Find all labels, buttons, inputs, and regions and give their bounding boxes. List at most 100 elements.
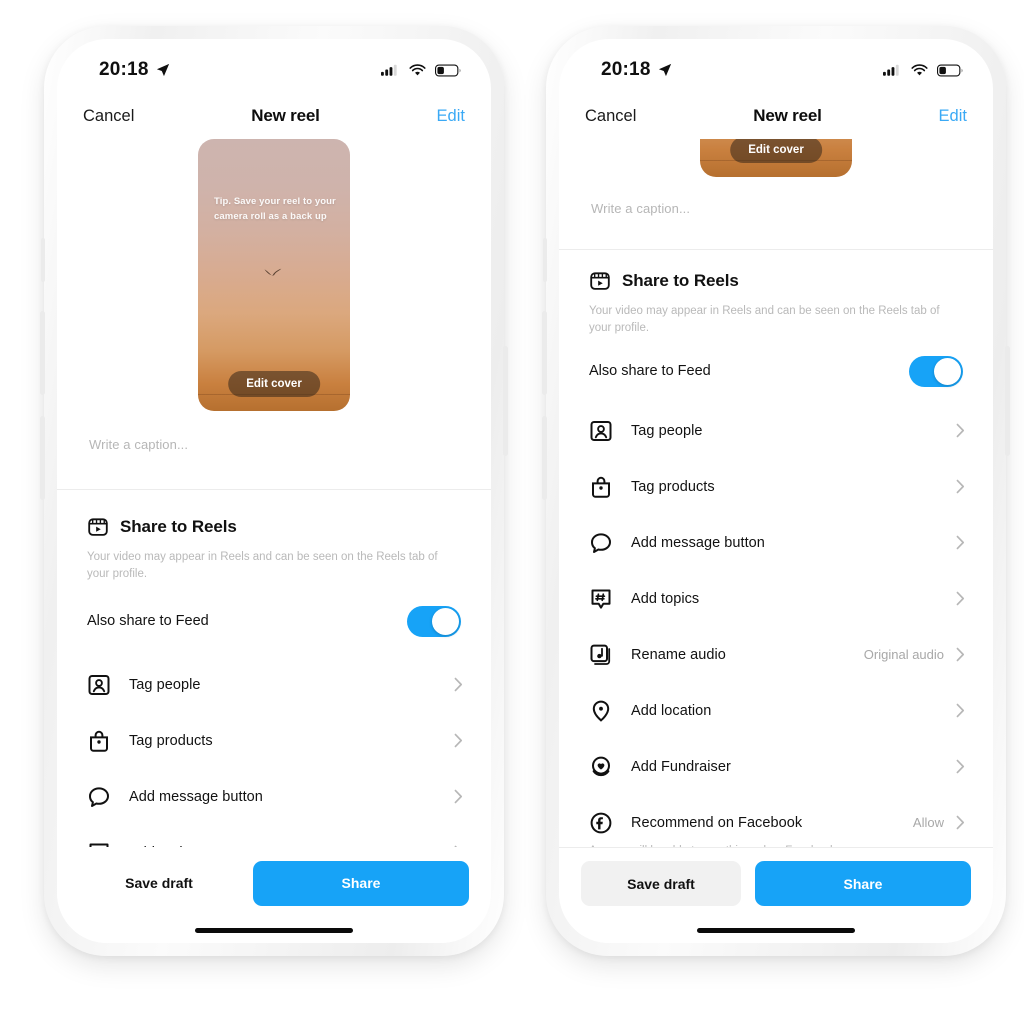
screenshot-stage: 20:18 Cancel New reel Edit Tip. Save you… (0, 0, 1024, 1024)
chevron-right-icon (956, 647, 965, 662)
list-item-tag-products[interactable]: Tag products (559, 459, 993, 515)
chevron-right-icon (454, 789, 463, 804)
toggle-knob (934, 357, 961, 385)
list-item-message-bubble[interactable]: Add message button (57, 769, 491, 825)
page-title: New reel (251, 106, 320, 125)
chevron-right-icon (956, 591, 965, 606)
list-item-audio-note[interactable]: Rename audio Original audio (559, 627, 993, 683)
content-scroll-area-left[interactable]: Tip. Save your reel to your camera roll … (57, 139, 491, 874)
list-item-value: Allow (912, 815, 944, 830)
caption-input[interactable]: Write a caption... (89, 437, 459, 452)
also-share-to-feed-row[interactable]: Also share to Feed (559, 338, 993, 403)
silent-switch-button[interactable] (543, 238, 547, 282)
audio-note-icon (589, 643, 613, 667)
caption-zone[interactable]: Write a caption... (57, 411, 491, 489)
status-bar-time-group: 20:18 (99, 59, 170, 81)
status-bar-indicators (381, 63, 461, 77)
location-arrow-icon (156, 63, 169, 77)
list-item-value: Original audio (863, 647, 944, 662)
location-pin-icon (589, 699, 613, 723)
location-arrow-icon (658, 63, 671, 77)
battery-low-icon (937, 63, 963, 77)
save-draft-button[interactable]: Save draft (581, 861, 741, 906)
also-share-to-feed-toggle[interactable] (909, 355, 963, 387)
list-item-label: Tag people (129, 676, 201, 693)
share-to-reels-subtitle: Your video may appear in Reels and can b… (87, 551, 438, 581)
cancel-button[interactable]: Cancel (585, 107, 636, 126)
phone-mockup-left: 20:18 Cancel New reel Edit Tip. Save you… (40, 26, 508, 956)
wifi-icon (409, 63, 426, 75)
home-indicator[interactable] (195, 928, 353, 933)
navigation-bar: Cancel New reel Edit (559, 93, 993, 139)
tag-people-icon (589, 419, 613, 443)
edit-button[interactable]: Edit (939, 107, 967, 126)
cellular-signal-icon (381, 64, 397, 76)
edit-cover-button[interactable]: Edit cover (730, 139, 822, 163)
phone-screen-left: 20:18 Cancel New reel Edit Tip. Save you… (57, 39, 491, 943)
list-item-label: Add message button (631, 534, 765, 551)
list-item-label: Rename audio (631, 646, 726, 663)
list-item-label: Tag products (129, 732, 213, 749)
edit-cover-button[interactable]: Edit cover (228, 371, 320, 397)
list-item-label: Tag products (631, 478, 715, 495)
list-item-fundraiser-heart[interactable]: Add Fundraiser (559, 739, 993, 795)
status-bar: 20:18 (559, 39, 993, 93)
chevron-right-icon (956, 479, 965, 494)
save-draft-button[interactable]: Save draft (79, 861, 239, 906)
phone-screen-right: 20:18 Cancel New reel Edit Edit cover Wr… (559, 39, 993, 943)
volume-down-button[interactable] (542, 416, 547, 500)
caption-zone[interactable]: Write a caption... (559, 177, 993, 249)
list-item-tag-people[interactable]: Tag people (57, 657, 491, 713)
home-indicator[interactable] (697, 928, 855, 933)
video-thumbnail[interactable]: Tip. Save your reel to your camera roll … (700, 139, 852, 177)
volume-up-button[interactable] (40, 311, 45, 395)
volume-down-button[interactable] (40, 416, 45, 500)
status-time: 20:18 (99, 59, 149, 80)
chevron-right-icon (454, 677, 463, 692)
cellular-signal-icon (883, 64, 899, 76)
hashtag-icon (589, 587, 613, 611)
list-item-hashtag[interactable]: Add topics (559, 571, 993, 627)
share-button[interactable]: Share (755, 861, 971, 906)
chevron-right-icon (956, 535, 965, 550)
caption-input[interactable]: Write a caption... (591, 201, 961, 216)
reels-icon (88, 518, 108, 536)
power-button[interactable] (1005, 346, 1010, 456)
volume-up-button[interactable] (542, 311, 547, 395)
toggle-knob (432, 607, 459, 635)
share-to-reels-title: Share to Reels (120, 517, 237, 536)
list-item-tag-products[interactable]: Tag products (57, 713, 491, 769)
list-item-tag-people[interactable]: Tag people (559, 403, 993, 459)
also-share-to-feed-row[interactable]: Also share to Feed (57, 584, 491, 657)
silent-switch-button[interactable] (41, 238, 45, 282)
status-bar-time-group: 20:18 (601, 59, 672, 81)
list-item-facebook[interactable]: Recommend on Facebook Allow (559, 795, 993, 851)
list-item-location-pin[interactable]: Add location (559, 683, 993, 739)
list-item-label: Recommend on Facebook (631, 814, 803, 831)
navigation-bar: Cancel New reel Edit (57, 93, 491, 139)
tag-products-icon (87, 729, 111, 753)
list-item-label: Tag people (631, 422, 703, 439)
also-share-to-feed-toggle[interactable] (407, 605, 461, 637)
list-item-label: Add topics (631, 590, 700, 607)
phone-mockup-right: 20:18 Cancel New reel Edit Edit cover Wr… (542, 26, 1010, 956)
content-scroll-area-right[interactable]: Tip. Save your reel to your camera roll … (559, 139, 993, 896)
chevron-right-icon (956, 703, 965, 718)
list-item-label: Add location (631, 702, 712, 719)
chevron-right-icon (956, 759, 965, 774)
status-bar: 20:18 (57, 39, 491, 93)
power-button[interactable] (503, 346, 508, 456)
edit-button[interactable]: Edit (437, 107, 465, 126)
wifi-icon (911, 63, 928, 75)
options-list-right: Tag people Tag products Add message button… (559, 403, 993, 913)
cancel-button[interactable]: Cancel (83, 107, 134, 126)
share-button[interactable]: Share (253, 860, 469, 906)
tag-products-icon (589, 475, 613, 499)
list-item-message-bubble[interactable]: Add message button (559, 515, 993, 571)
share-to-reels-header: Share to Reels (559, 250, 993, 292)
status-time: 20:18 (601, 59, 651, 80)
video-thumbnail-wrapper: Tip. Save your reel to your camera roll … (57, 139, 491, 411)
fundraiser-heart-icon (589, 755, 613, 779)
share-to-reels-subtitle: Your video may appear in Reels and can b… (589, 305, 940, 335)
video-thumbnail[interactable]: Tip. Save your reel to your camera roll … (198, 139, 350, 411)
